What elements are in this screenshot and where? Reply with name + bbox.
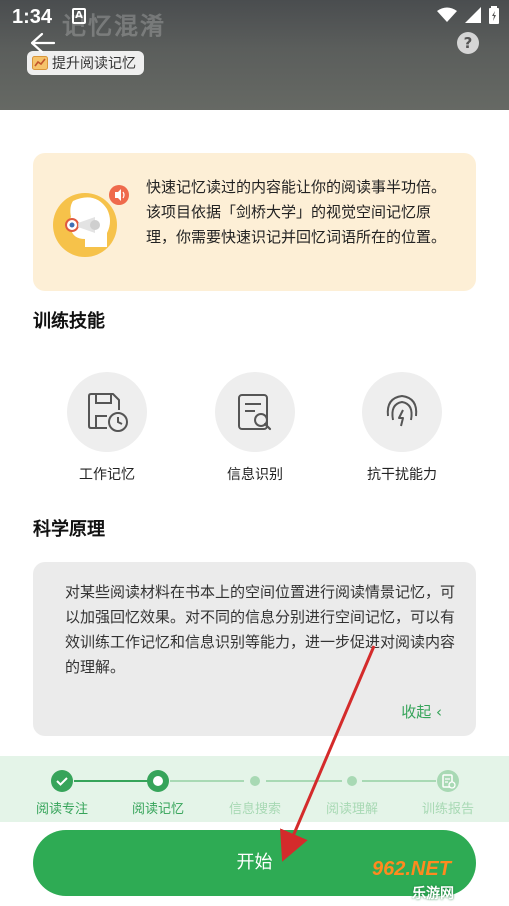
site-watermark: 962.NET 乐游网 (372, 858, 502, 902)
watermark-logo-text: 962.NET (372, 858, 451, 880)
annotation-arrow (280, 645, 376, 862)
watermark-site-name: 乐游网 (412, 886, 454, 902)
